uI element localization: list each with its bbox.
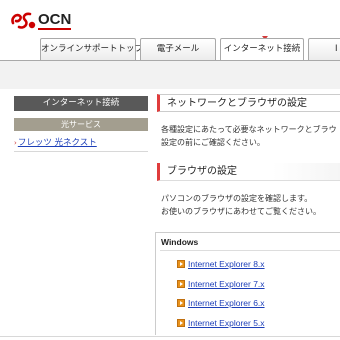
tab-online-support-top[interactable]: オンラインサポートトップ [40,38,143,60]
arrow-right-icon [177,260,185,268]
tab-label: オンラインサポートトップ [41,44,144,54]
sidebar-divider [14,151,148,152]
tab-internet-connection[interactable]: インターネット接続 [220,38,304,60]
windows-divider [160,250,340,251]
ocn-logo-mark-icon [11,12,36,29]
ie-link-label: Internet Explorer 6.x [188,298,265,308]
section-title-network-browser: ネットワークとブラウザの設定 [157,94,340,112]
windows-label: Windows [161,237,199,247]
tab-label: I [335,44,338,54]
ie-link-label: Internet Explorer 7.x [188,279,265,289]
tab-email[interactable]: 電子メール [140,38,216,60]
link-bullet-icon: › [14,139,17,147]
section2-text-line1: パソコンのブラウザの設定を確認します。 [161,194,313,203]
tab-next[interactable]: I [308,38,340,60]
sidebar-subheading: 光サービス [14,118,148,131]
section1-text-line1: 各種設定にあたって必要なネットワークとブラウ [161,125,337,134]
sidebar-heading: インターネット接続 [14,96,148,111]
sidebar-item-flets-hikari-next[interactable]: ›フレッツ 光ネクスト [14,136,97,148]
tab-label: 電子メール [156,44,200,54]
tab-label: インターネット接続 [223,44,301,54]
sub-header-band [0,61,340,89]
logo-text: OCN [38,11,72,30]
sidebar-item-label: フレッツ 光ネクスト [17,138,97,148]
global-nav-tabs: オンラインサポートトップ 電子メール インターネット接続 I [0,38,340,60]
arrow-right-icon [177,319,185,327]
section1-text-line2: 設定の前にご確認ください。 [161,138,265,147]
ie-link-label: Internet Explorer 8.x [188,259,265,269]
arrow-right-icon [177,280,185,288]
page-bottom-border [0,336,340,337]
ie-link-label: Internet Explorer 5.x [188,318,265,328]
ocn-logo[interactable]: OCN [10,9,80,31]
section2-text-line2: お使いのブラウザにあわせてご覧ください。 [161,207,321,216]
section-title-browser: ブラウザの設定 [157,163,340,181]
arrow-right-icon [177,299,185,307]
